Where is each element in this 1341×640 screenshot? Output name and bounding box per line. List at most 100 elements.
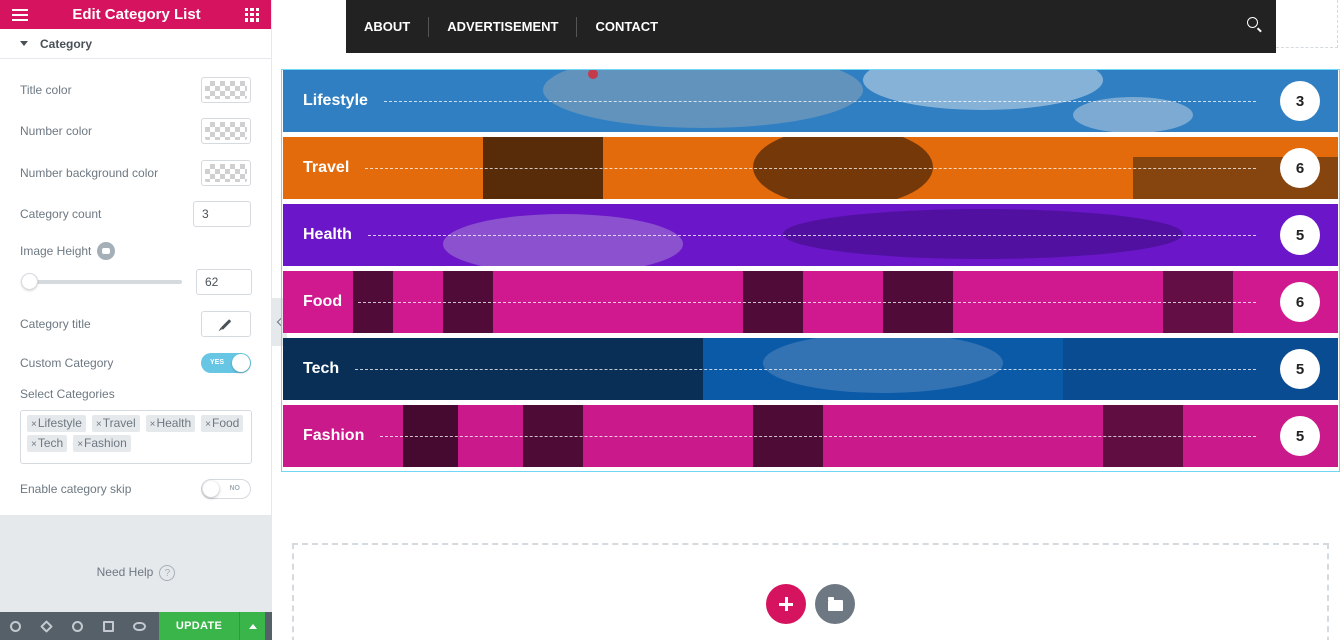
nav-divider <box>576 16 578 37</box>
category-count-control: Category count <box>20 201 251 227</box>
image-height-label: Image Height <box>20 244 92 258</box>
caret-down-icon <box>20 41 28 46</box>
image-height-input[interactable] <box>196 269 252 295</box>
title-color-picker[interactable] <box>201 77 251 103</box>
category-title[interactable]: Health <box>303 226 352 244</box>
enable-skip-control: Enable category skip NO <box>20 479 251 499</box>
panel-title: Edit Category List <box>72 6 201 23</box>
responsive-mode-button[interactable] <box>93 612 124 640</box>
remove-tag-icon[interactable]: × <box>150 419 156 430</box>
category-count-badge: 5 <box>1280 215 1320 255</box>
tag-fashion[interactable]: ×Fashion <box>73 435 131 452</box>
number-bg-color-picker[interactable] <box>201 160 251 186</box>
enable-skip-label: Enable category skip <box>20 482 132 496</box>
tag-tech[interactable]: ×Tech <box>27 435 68 452</box>
need-help-label: Need Help <box>96 565 154 580</box>
tag-food[interactable]: ×Food <box>201 415 244 432</box>
caret-up-icon <box>248 623 257 629</box>
category-count-badge: 5 <box>1280 349 1320 389</box>
nav-link-contact[interactable]: CONTACT <box>595 17 676 37</box>
toggle-yes-text: YES <box>210 359 225 366</box>
select-categories-label: Select Categories <box>20 387 115 401</box>
update-button[interactable]: UPDATE <box>159 612 239 640</box>
widgets-grid-icon[interactable] <box>244 7 259 22</box>
category-title[interactable]: Tech <box>303 360 339 378</box>
menu-icon[interactable] <box>12 8 28 21</box>
dotted-separator <box>365 167 1256 169</box>
title-color-control: Title color <box>20 77 251 103</box>
history-icon <box>72 620 83 632</box>
number-color-picker[interactable] <box>201 118 251 144</box>
category-title[interactable]: Lifestyle <box>303 92 368 110</box>
section-toggle-category[interactable]: Category <box>0 29 271 59</box>
add-new-section-button[interactable] <box>766 584 806 624</box>
category-title[interactable]: Food <box>303 293 342 311</box>
site-nav-bar: ABOUT ADVERTISEMENT CONTACT <box>346 0 1276 53</box>
category-row-travel[interactable]: Travel 6 <box>283 137 1338 199</box>
category-count-input[interactable] <box>193 201 251 227</box>
image-height-input-wrap <box>196 269 252 295</box>
dotted-separator <box>383 100 1256 102</box>
need-help-link[interactable]: Need Help? <box>0 565 272 581</box>
toggle-no-text: NO <box>229 485 241 492</box>
category-count-label: Category count <box>20 207 102 221</box>
empty-column-outline <box>1276 0 1338 48</box>
category-list-widget[interactable]: Lifestyle 3 Travel 6 Health 5 Food 6 Tec… <box>281 69 1340 472</box>
category-title[interactable]: Travel <box>303 159 349 177</box>
eye-icon <box>133 621 146 631</box>
tag-label: Tech <box>37 436 64 450</box>
custom-category-toggle[interactable]: YES <box>201 353 251 373</box>
category-row-lifestyle[interactable]: Lifestyle 3 <box>283 70 1338 132</box>
history-button[interactable] <box>62 612 93 640</box>
category-row-tech[interactable]: Tech 5 <box>283 338 1338 400</box>
category-row-fashion[interactable]: Fashion 5 <box>283 405 1338 467</box>
layers-icon <box>40 619 53 633</box>
question-icon: ? <box>159 565 176 581</box>
category-row-health[interactable]: Health 5 <box>283 204 1338 266</box>
settings-button[interactable] <box>0 612 31 640</box>
nav-link-about[interactable]: ABOUT <box>364 17 428 37</box>
category-count-badge: 5 <box>1280 416 1320 456</box>
tag-lifestyle[interactable]: ×Lifestyle <box>27 415 86 432</box>
preview-button[interactable] <box>124 612 155 640</box>
number-bg-color-control: Number background color <box>20 160 251 186</box>
image-height-slider-handle[interactable] <box>21 273 38 290</box>
panel-footer-area <box>0 515 272 612</box>
nav-link-advertisement[interactable]: ADVERTISEMENT <box>447 17 576 37</box>
tag-health[interactable]: ×Health <box>145 415 196 432</box>
custom-category-label: Custom Category <box>20 356 114 370</box>
add-section-dropzone[interactable] <box>292 543 1329 640</box>
panel-bottom-bar: UPDATE <box>0 612 272 640</box>
add-template-button[interactable] <box>815 584 855 624</box>
search-icon[interactable] <box>1247 17 1262 32</box>
navigator-button[interactable] <box>31 612 62 640</box>
category-title[interactable]: Fashion <box>303 427 364 445</box>
category-count-badge: 6 <box>1280 282 1320 322</box>
dotted-separator <box>358 301 1256 303</box>
image-height-label-row: Image Height <box>20 242 251 260</box>
update-options-button[interactable] <box>239 612 265 640</box>
select-categories-field[interactable]: ×Lifestyle ×Travel ×Health ×Food ×Tech ×… <box>20 410 252 464</box>
category-row-food[interactable]: Food 6 <box>283 271 1338 333</box>
remove-tag-icon[interactable]: × <box>96 419 102 430</box>
remove-tag-icon[interactable]: × <box>31 439 37 450</box>
number-bg-color-label: Number background color <box>20 166 159 180</box>
tag-label: Travel <box>102 416 136 430</box>
remove-tag-icon[interactable]: × <box>205 419 211 430</box>
image-height-slider-track[interactable] <box>28 280 182 284</box>
select-categories-label-row: Select Categories <box>20 387 251 401</box>
category-title-label: Category title <box>20 317 91 331</box>
editor-panel: Edit Category List Category Title color … <box>0 0 272 640</box>
category-title-edit-button[interactable] <box>201 311 251 337</box>
responsive-info-icon[interactable] <box>97 242 116 260</box>
remove-tag-icon[interactable]: × <box>31 419 37 430</box>
tag-travel[interactable]: ×Travel <box>91 415 140 432</box>
tag-label: Food <box>212 416 240 430</box>
enable-skip-toggle[interactable]: NO <box>201 479 251 499</box>
section-title: Category <box>40 36 93 51</box>
dotted-separator <box>355 368 1256 370</box>
dotted-separator <box>367 234 1256 236</box>
desktop-icon <box>103 620 114 632</box>
remove-tag-icon[interactable]: × <box>77 439 83 450</box>
tag-label: Fashion <box>84 436 127 450</box>
